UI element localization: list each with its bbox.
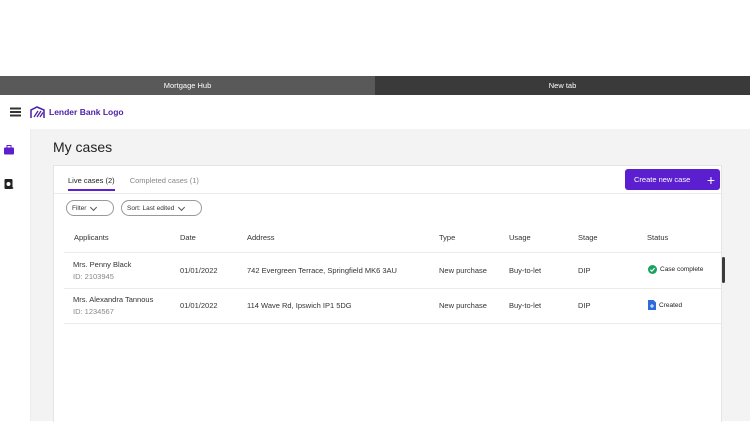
status-badge: Case complete bbox=[648, 265, 703, 274]
table-scrollbar[interactable] bbox=[722, 257, 725, 283]
document-search-icon[interactable] bbox=[3, 178, 15, 190]
lender-logo[interactable]: Lender Bank Logo bbox=[30, 105, 124, 119]
filter-dropdown[interactable]: Filter bbox=[66, 200, 114, 216]
filter-label: Filter bbox=[72, 204, 87, 212]
main-content: My cases Live cases (2) Completed cases … bbox=[31, 129, 750, 422]
applicant-id: ID: 1234567 bbox=[73, 307, 114, 316]
chevron-down-icon bbox=[90, 203, 98, 211]
document-icon bbox=[648, 300, 656, 310]
sidebar bbox=[0, 129, 31, 421]
browser-tab-bar: Mortgage Hub New tab bbox=[0, 76, 750, 95]
tab-completed-cases[interactable]: Completed cases (1) bbox=[130, 176, 199, 191]
check-circle-icon bbox=[648, 265, 657, 274]
column-header-type[interactable]: Type bbox=[439, 233, 455, 242]
briefcase-icon[interactable] bbox=[3, 144, 15, 156]
browser-tab-new-tab[interactable]: New tab bbox=[375, 76, 750, 95]
case-stage: DIP bbox=[578, 266, 591, 275]
sort-dropdown[interactable]: Sort: Last edited bbox=[121, 200, 202, 216]
applicant-name: Mrs. Alexandra Tannous bbox=[73, 295, 154, 304]
case-address: 114 Wave Rd, Ipswich IP1 5DG bbox=[247, 301, 352, 310]
table-header-divider bbox=[64, 252, 721, 253]
column-header-address[interactable]: Address bbox=[247, 233, 275, 242]
app-header: Lender Bank Logo bbox=[0, 95, 750, 130]
column-header-status[interactable]: Status bbox=[647, 233, 668, 242]
page-title: My cases bbox=[53, 139, 113, 155]
case-address: 742 Evergreen Terrace, Springfield MK6 3… bbox=[247, 266, 397, 275]
menu-icon[interactable] bbox=[0, 95, 30, 129]
case-date: 01/01/2022 bbox=[180, 301, 218, 310]
status-badge: Created bbox=[648, 300, 682, 310]
case-date: 01/01/2022 bbox=[180, 266, 218, 275]
logo-text: Lender Bank Logo bbox=[49, 107, 124, 117]
applicant-name: Mrs. Penny Black bbox=[73, 260, 132, 269]
case-usage: Buy-to-let bbox=[509, 301, 542, 310]
create-new-case-button[interactable]: Create new case + bbox=[625, 169, 720, 190]
column-header-date[interactable]: Date bbox=[180, 233, 196, 242]
create-new-case-label: Create new case bbox=[634, 175, 691, 184]
cases-card: Live cases (2) Completed cases (1) Creat… bbox=[53, 165, 722, 422]
tabs-divider bbox=[54, 193, 721, 194]
chevron-down-icon bbox=[178, 203, 186, 211]
column-header-applicants[interactable]: Applicants bbox=[74, 233, 109, 242]
column-header-usage[interactable]: Usage bbox=[509, 233, 531, 242]
status-label: Case complete bbox=[660, 266, 704, 273]
case-stage: DIP bbox=[578, 301, 591, 310]
row-divider bbox=[64, 288, 721, 289]
browser-tab-mortgage-hub[interactable]: Mortgage Hub bbox=[0, 76, 375, 95]
case-type: New purchase bbox=[439, 266, 487, 275]
plus-icon: + bbox=[706, 171, 715, 188]
row-divider bbox=[64, 323, 721, 324]
case-usage: Buy-to-let bbox=[509, 266, 542, 275]
bank-logo-icon bbox=[30, 105, 45, 118]
tab-live-cases[interactable]: Live cases (2) bbox=[68, 176, 115, 191]
cases-tabs: Live cases (2) Completed cases (1) bbox=[68, 176, 199, 191]
column-header-stage[interactable]: Stage bbox=[578, 233, 598, 242]
status-label: Created bbox=[659, 301, 683, 309]
sort-label: Sort: Last edited bbox=[127, 204, 175, 212]
case-type: New purchase bbox=[439, 301, 487, 310]
applicant-id: ID: 2103945 bbox=[73, 272, 114, 281]
